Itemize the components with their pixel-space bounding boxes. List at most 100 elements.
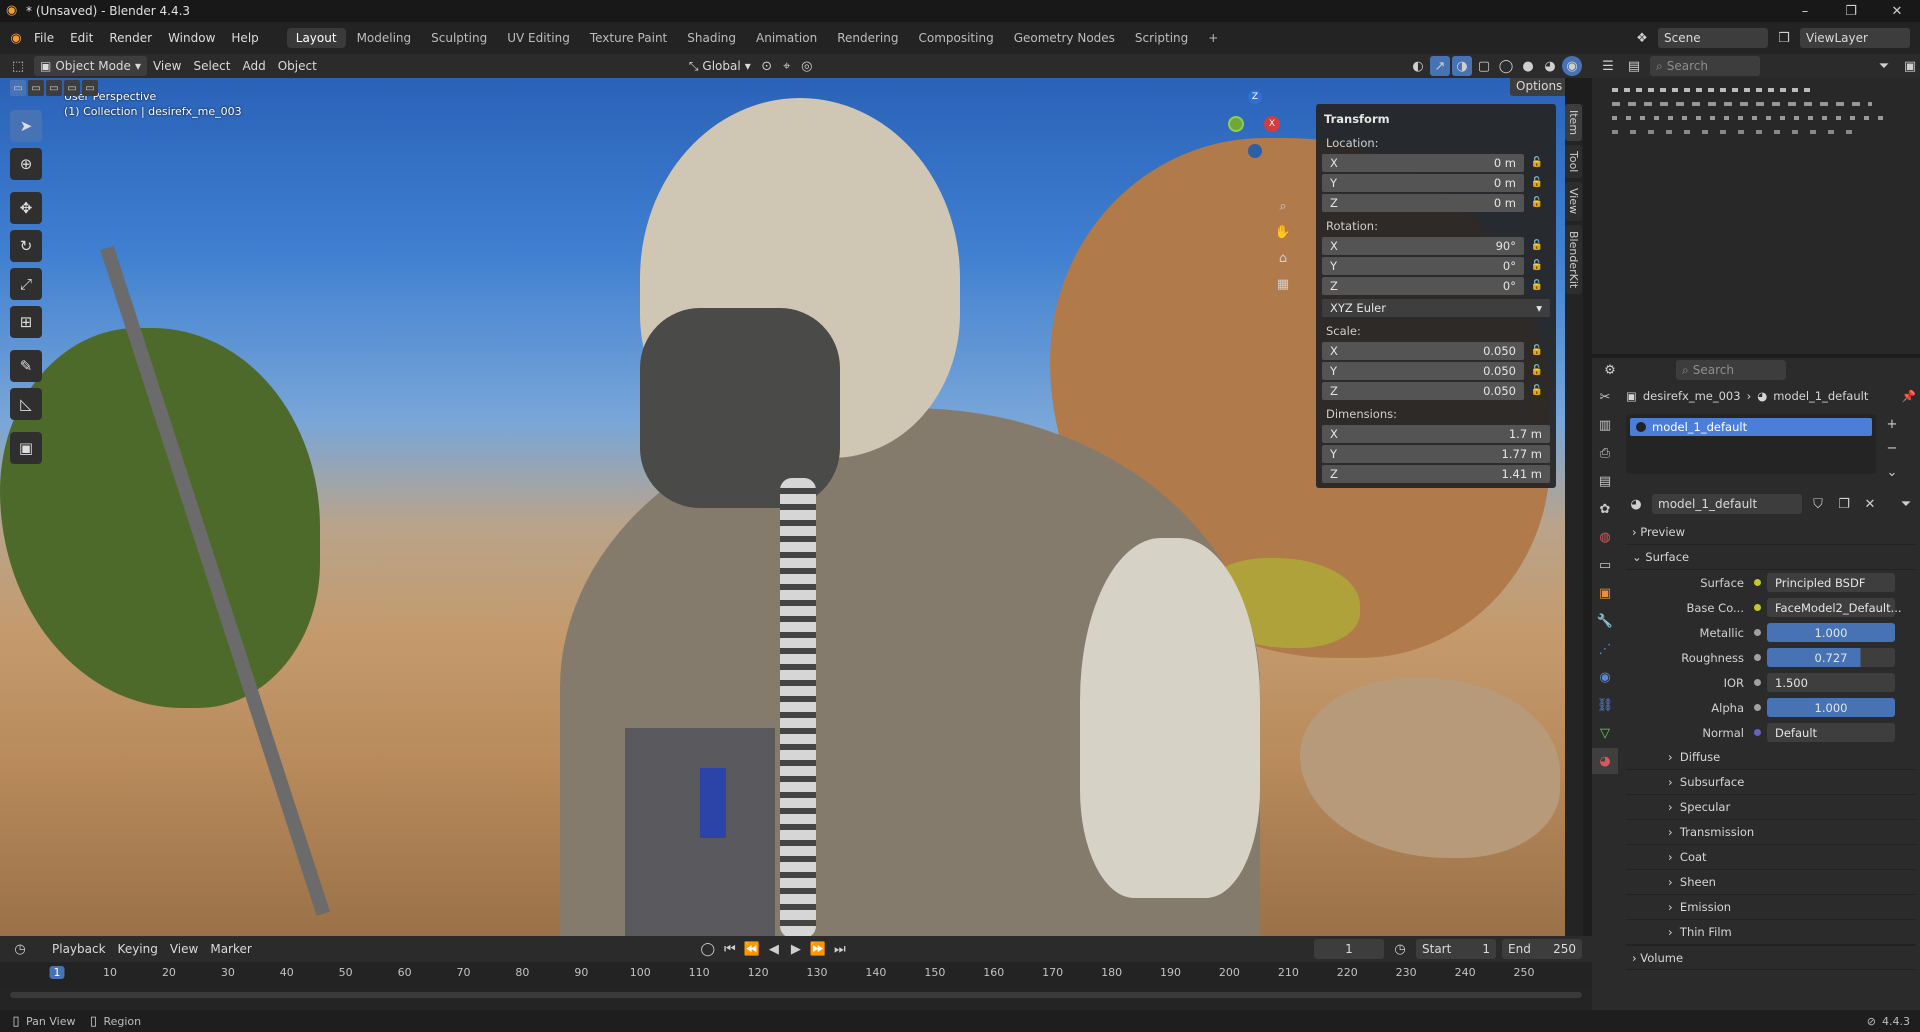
add-slot-icon[interactable]: +	[1882, 414, 1902, 434]
end-frame-field[interactable]: End 250	[1502, 939, 1582, 959]
world-props-icon[interactable]: ◍	[1592, 524, 1618, 550]
property-value-field[interactable]: Principled BSDF	[1767, 573, 1895, 592]
property-value-field[interactable]: 0.727	[1767, 648, 1895, 667]
rotation-mode-dropdown[interactable]: XYZ Euler ▾	[1322, 298, 1550, 317]
subsection-subsurface[interactable]: › Subsurface	[1626, 770, 1916, 795]
timeline-scrollbar[interactable]	[10, 992, 1582, 998]
clock-icon[interactable]: ◷	[10, 939, 30, 959]
menu-help[interactable]: Help	[223, 31, 266, 45]
playhead-current-frame[interactable]: 1	[49, 966, 65, 979]
rotate-tool-icon[interactable]: ↻	[10, 230, 42, 262]
subsection-transmission[interactable]: › Transmission	[1626, 820, 1916, 845]
collection-props-icon[interactable]: ▭	[1592, 552, 1618, 578]
menu-edit[interactable]: Edit	[62, 31, 101, 45]
move-tool-icon[interactable]: ✥	[10, 192, 42, 224]
property-value-field[interactable]: 1.000	[1767, 623, 1895, 642]
current-frame-field[interactable]: 1	[1314, 939, 1384, 959]
subsection-sheen[interactable]: › Sheen	[1626, 870, 1916, 895]
play-reverse-icon[interactable]: ◀	[764, 939, 784, 959]
tab-view[interactable]: View	[1565, 182, 1582, 221]
tab-animation[interactable]: Animation	[747, 28, 826, 48]
navigation-gizmo[interactable]: Z X	[1220, 88, 1280, 178]
volume-section[interactable]: › Volume	[1626, 945, 1916, 970]
prev-keyframe-icon[interactable]: ⏪	[742, 939, 762, 959]
add-cube-tool-icon[interactable]: ▣	[10, 432, 42, 464]
select-subtract-icon[interactable]: ▭	[46, 80, 62, 96]
gizmo-neg-z-axis[interactable]	[1248, 144, 1262, 158]
timeline-menu-keying[interactable]: Keying	[112, 939, 164, 959]
display-mode-icon[interactable]: ▤	[1624, 56, 1644, 76]
camera-view-icon[interactable]: ⌂	[1273, 248, 1293, 268]
timeline-ruler[interactable]: 1 10 20 30 40 50 60 70 80 90 100 110 120 130 140 150 160…	[0, 962, 1592, 986]
outliner-row-blurred[interactable]	[1612, 130, 1852, 134]
location-y-field[interactable]: Y 0 m	[1322, 173, 1524, 192]
scene-props-icon[interactable]: ✿	[1592, 496, 1618, 522]
jump-end-icon[interactable]: ⏭	[830, 939, 850, 959]
transform-panel-title[interactable]: Transform	[1322, 108, 1550, 130]
physics-props-icon[interactable]: ◉	[1592, 664, 1618, 690]
tab-rendering[interactable]: Rendering	[828, 28, 907, 48]
select-extend-icon[interactable]: ▭	[28, 80, 44, 96]
preview-range-icon[interactable]: ◷	[1390, 939, 1410, 959]
filter-icon[interactable]: ⏷	[1874, 56, 1894, 76]
new-collection-icon[interactable]: ▣	[1900, 56, 1920, 76]
scale-z-field[interactable]: Z 0.050	[1322, 381, 1524, 400]
next-keyframe-icon[interactable]: ⏩	[808, 939, 828, 959]
socket-dot-icon[interactable]	[1754, 729, 1761, 736]
socket-dot-icon[interactable]	[1754, 604, 1761, 611]
zoom-icon[interactable]: ⌕	[1273, 196, 1293, 216]
view-layer-props-icon[interactable]: ▤	[1592, 468, 1618, 494]
lock-icon[interactable]: 🔓	[1524, 177, 1550, 188]
properties-search-input[interactable]: ⌕ Search	[1676, 360, 1786, 380]
property-value-field[interactable]: 1.000	[1767, 698, 1895, 717]
scene-selector[interactable]: Scene	[1658, 28, 1768, 48]
cursor-tool-icon[interactable]: ⊕	[10, 148, 42, 180]
view-layer-icon[interactable]: ❒	[1774, 28, 1794, 48]
close-button[interactable]: ✕	[1874, 4, 1920, 19]
dimensions-z-field[interactable]: Z 1.41 m	[1322, 464, 1550, 483]
render-props-icon[interactable]: ▥	[1592, 412, 1618, 438]
property-value-field[interactable]: Default	[1767, 723, 1895, 742]
rotation-y-field[interactable]: Y 0°	[1322, 256, 1524, 275]
lock-icon[interactable]: 🔓	[1524, 260, 1550, 271]
wireframe-shading-icon[interactable]: ◯	[1496, 56, 1516, 76]
subsection-coat[interactable]: › Coat	[1626, 845, 1916, 870]
timeline-menu-playback[interactable]: Playback	[46, 939, 112, 959]
editor-type-icon[interactable]: ⬚	[8, 56, 28, 76]
transform-orientation[interactable]: ⤡ Global ▾	[683, 56, 757, 76]
location-x-field[interactable]: X 0 m	[1322, 153, 1524, 172]
lock-icon[interactable]: 🔓	[1524, 365, 1550, 376]
socket-dot-icon[interactable]	[1754, 704, 1761, 711]
tab-layout[interactable]: Layout	[286, 28, 346, 48]
select-box-tool-icon[interactable]: ➤	[10, 110, 42, 142]
material-shading-icon[interactable]: ◕	[1540, 56, 1560, 76]
material-browse-icon[interactable]: ◕	[1626, 494, 1646, 514]
object-props-icon[interactable]: ▣	[1592, 580, 1618, 606]
subsection-emission[interactable]: › Emission	[1626, 895, 1916, 920]
options-button[interactable]: Options	[1510, 78, 1565, 96]
outliner-row-blurred[interactable]	[1612, 88, 1812, 92]
slot-menu-icon[interactable]: ⌄	[1882, 462, 1902, 482]
tab-uv-editing[interactable]: UV Editing	[498, 28, 579, 48]
scale-y-field[interactable]: Y 0.050	[1322, 361, 1524, 380]
minimize-button[interactable]: –	[1782, 4, 1828, 19]
gizmo-x-axis[interactable]: X	[1264, 116, 1280, 132]
rotation-z-field[interactable]: Z 0°	[1322, 276, 1524, 295]
transform-tool-icon[interactable]: ⊞	[10, 306, 42, 338]
select-intersect-icon[interactable]: ▭	[82, 80, 98, 96]
modifier-props-icon[interactable]: 🔧	[1592, 608, 1618, 634]
tab-geometry-nodes[interactable]: Geometry Nodes	[1005, 28, 1124, 48]
xray-icon[interactable]: ▢	[1474, 56, 1494, 76]
subsection-specular[interactable]: › Specular	[1626, 795, 1916, 820]
viewport-menu-add[interactable]: Add	[236, 56, 271, 76]
lock-icon[interactable]: 🔓	[1524, 240, 1550, 251]
lock-icon[interactable]: 🔓	[1524, 385, 1550, 396]
outliner-editor-icon[interactable]: ☰	[1598, 56, 1618, 76]
tab-scripting[interactable]: Scripting	[1126, 28, 1197, 48]
perspective-toggle-icon[interactable]: ▦	[1273, 274, 1293, 294]
tab-shading[interactable]: Shading	[678, 28, 745, 48]
viewport-menu-view[interactable]: View	[147, 56, 187, 76]
constraints-props-icon[interactable]: ⛓	[1592, 692, 1618, 718]
gizmo-z-axis[interactable]: Z	[1248, 90, 1262, 104]
tab-sculpting[interactable]: Sculpting	[422, 28, 496, 48]
